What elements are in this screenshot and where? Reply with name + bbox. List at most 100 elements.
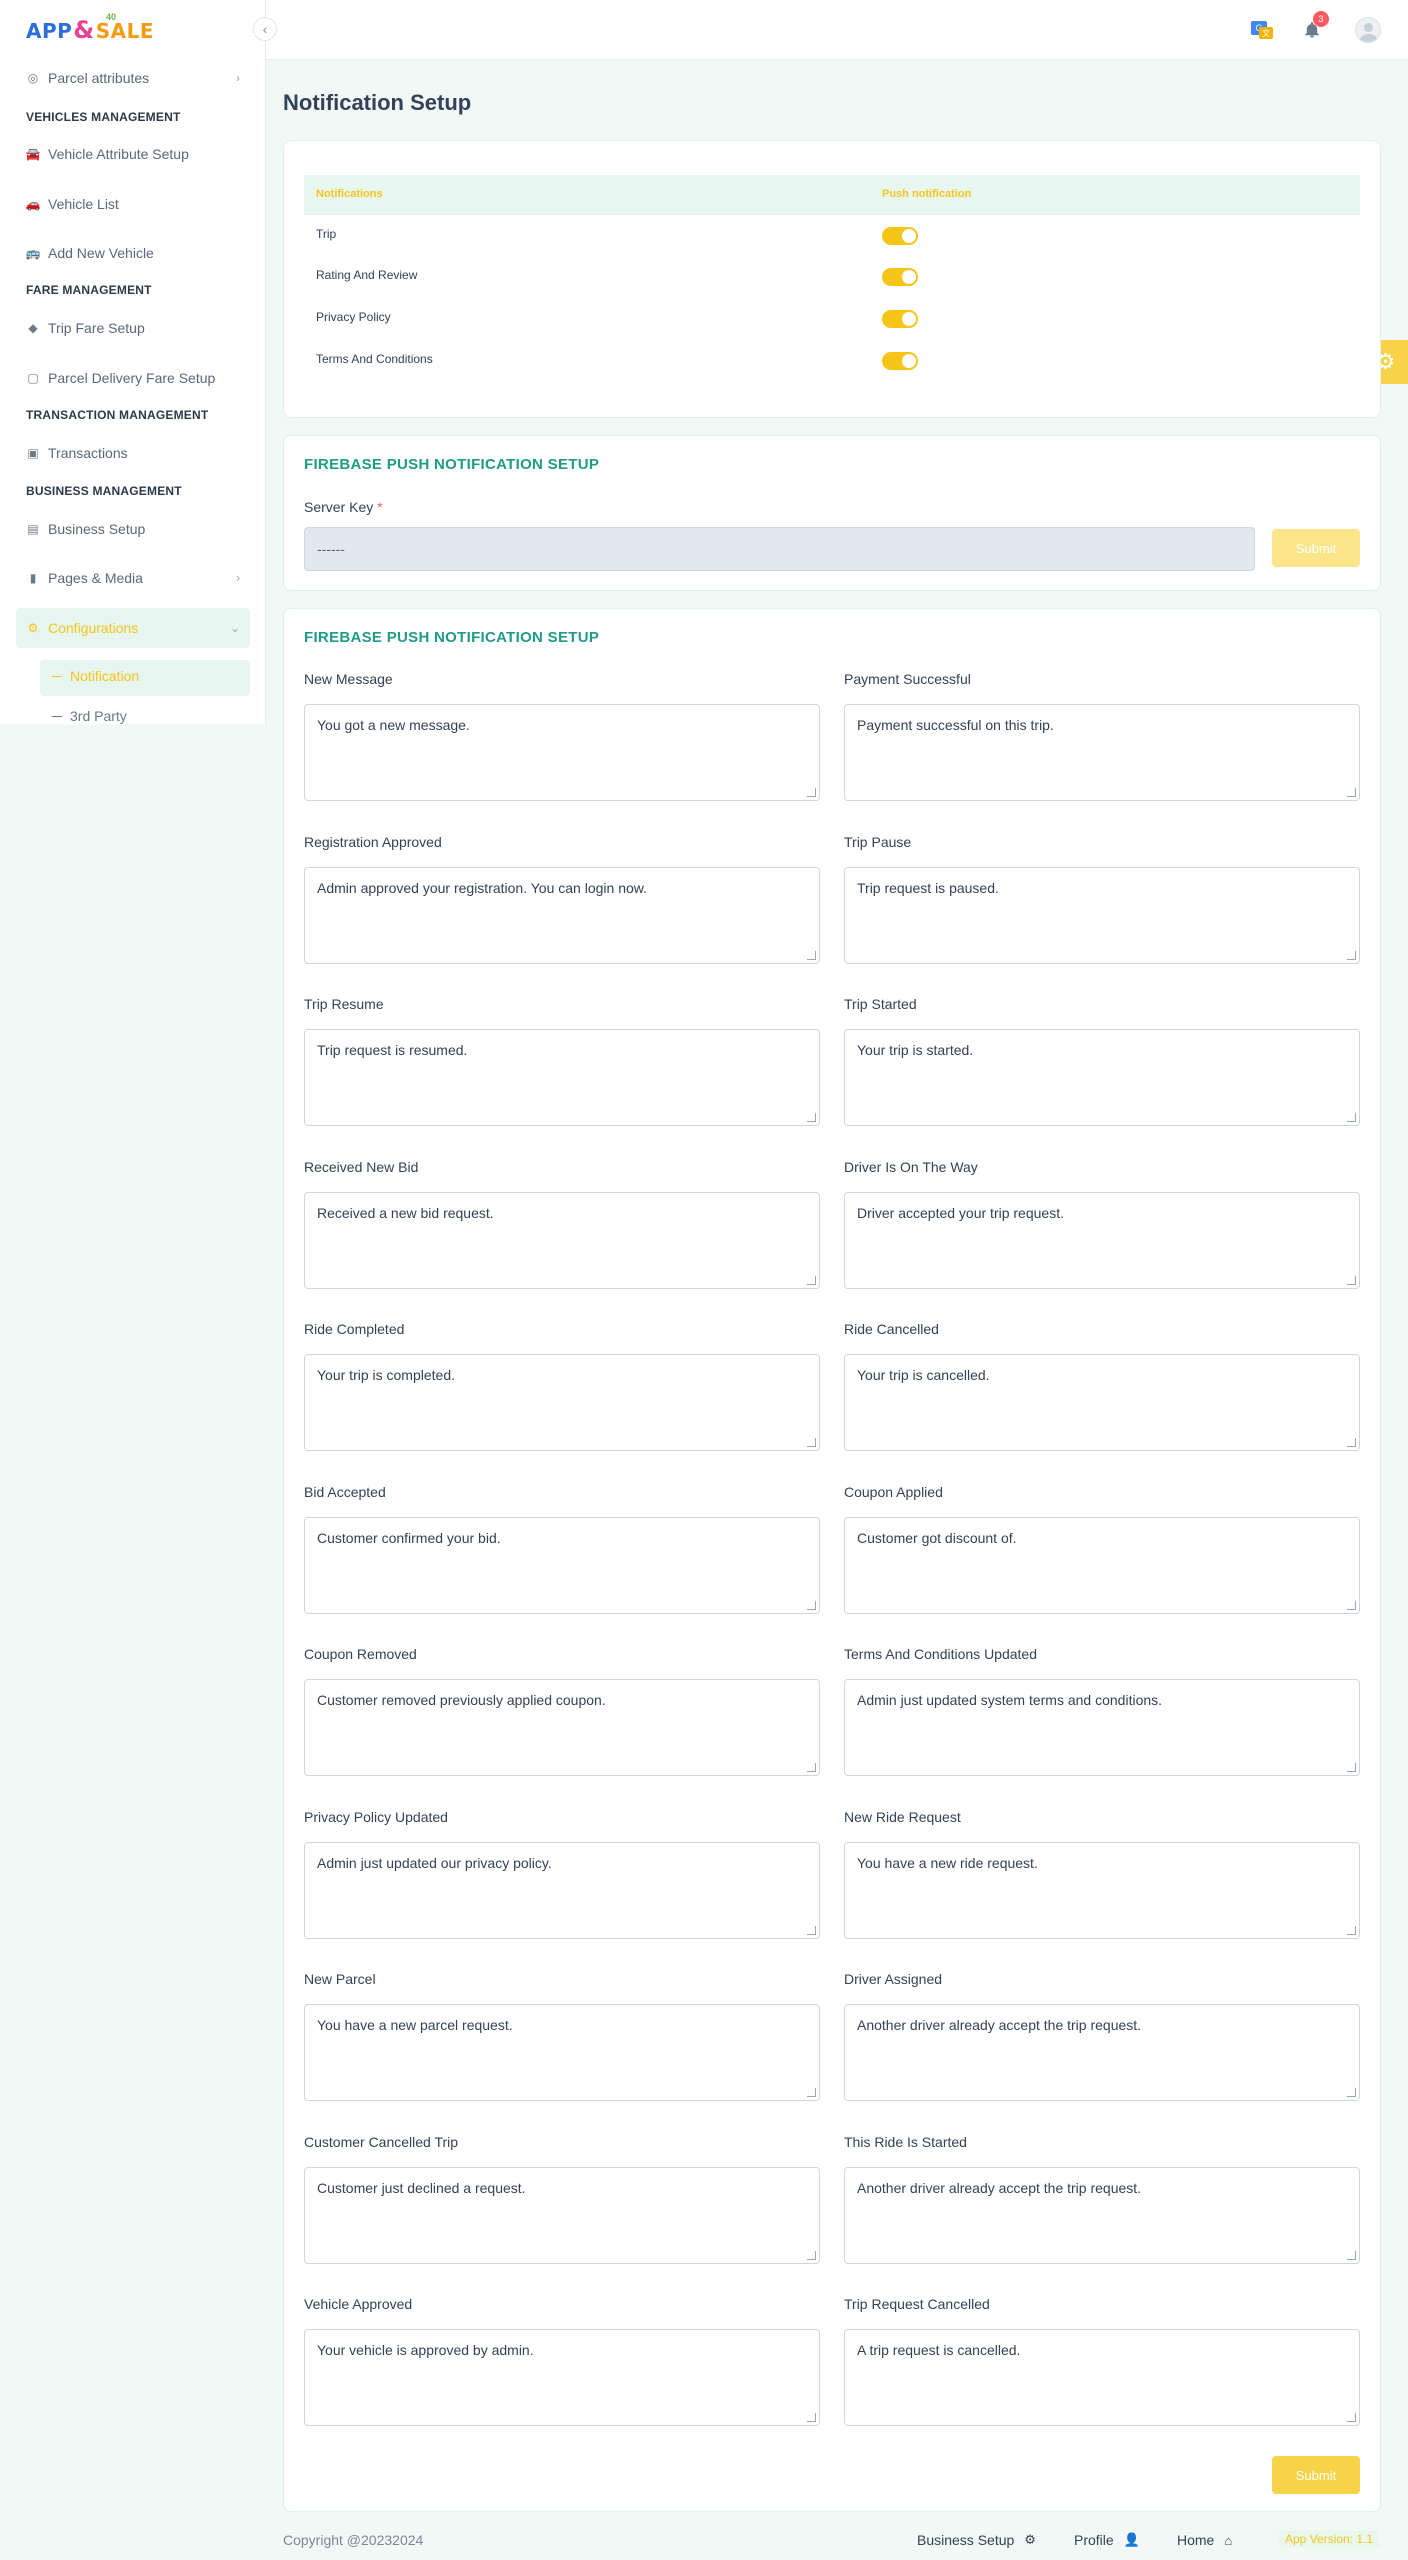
- message-textarea[interactable]: Your vehicle is approved by admin.: [304, 2329, 820, 2426]
- user-icon: 👤: [1123, 2532, 1140, 2547]
- message-field: Bid Accepted Customer confirmed your bid.: [304, 1484, 820, 1614]
- nav-heading-transaction: TRANSACTION MANAGEMENT: [26, 408, 209, 422]
- car-front-icon: 🚗: [25, 197, 41, 211]
- push-toggle-trip[interactable]: [882, 227, 918, 245]
- message-textarea[interactable]: Payment successful on this trip.: [844, 704, 1360, 801]
- message-field-label: Customer Cancelled Trip: [304, 2133, 459, 2150]
- message-textarea[interactable]: You have a new parcel request.: [304, 2004, 820, 2101]
- message-field-label: Registration Approved: [304, 833, 442, 850]
- box-icon: ▢: [27, 371, 39, 385]
- message-field: This Ride Is Started Another driver alrea…: [844, 2134, 1360, 2264]
- message-field-label: Vehicle Approved: [304, 2296, 413, 2312]
- row-label: Privacy Policy: [316, 310, 391, 324]
- footer-link-profile[interactable]: Profile 👤: [1074, 2532, 1140, 2548]
- push-toggle-terms[interactable]: [882, 352, 918, 370]
- sidebar-subitem-label: 3rd Party: [70, 708, 127, 724]
- sidebar-item-configurations[interactable]: ⚙ Configurations ⌄: [26, 616, 248, 640]
- car-icon: 🚘: [25, 147, 41, 161]
- message-textarea[interactable]: Customer just declined a request.: [304, 2166, 820, 2264]
- message-textarea[interactable]: You got a new message.: [304, 704, 820, 801]
- message-field-label: Terms And Conditions Updated: [844, 1646, 1037, 1662]
- brand-logo[interactable]: APP&SALE 40: [26, 12, 154, 46]
- bus-icon: 🚌: [25, 246, 41, 260]
- message-field-label: New Parcel: [304, 1971, 376, 1987]
- nav-heading-fare: FARE MANAGEMENT: [26, 283, 152, 297]
- message-textarea[interactable]: Admin just updated system terms and cond…: [844, 1679, 1360, 1776]
- message-field: Coupon Applied Customer got discount of.: [844, 1484, 1360, 1614]
- message-textarea[interactable]: A trip request is cancelled.: [844, 2329, 1360, 2426]
- message-textarea[interactable]: Admin approved your registration. You ca…: [304, 866, 820, 964]
- sidebar-item-vehicle-list[interactable]: 🚗 Vehicle List: [26, 192, 248, 216]
- message-textarea[interactable]: Received a new bid request.: [304, 1191, 820, 1289]
- avatar[interactable]: [1355, 17, 1381, 43]
- message-field-label: New Ride Request: [844, 1808, 961, 1825]
- message-textarea[interactable]: Customer got discount of.: [844, 1516, 1360, 1614]
- message-textarea[interactable]: You have a new ride request.: [844, 1841, 1360, 1939]
- chevron-left-icon: ‹: [262, 21, 268, 37]
- dash-icon: [52, 675, 62, 677]
- dash-icon: [52, 715, 62, 717]
- section-title: FIREBASE PUSH NOTIFICATION SETUP: [304, 456, 600, 473]
- sidebar-item-label: Vehicle List: [48, 196, 119, 212]
- message-field-label: Trip Resume: [304, 996, 384, 1012]
- message-field-label: Trip Pause: [844, 833, 912, 850]
- message-textarea[interactable]: Your trip is completed.: [304, 1354, 820, 1451]
- sidebar-item-vehicle-attribute-setup[interactable]: 🚘 Vehicle Attribute Setup: [26, 142, 248, 166]
- message-field-label: Coupon Removed: [304, 1646, 417, 1662]
- sidebar-item-label: Parcel Delivery Fare Setup: [48, 370, 216, 386]
- message-field: New Ride Request You have a new ride requ…: [844, 1809, 1360, 1939]
- sidebar-subitem-3rd-party[interactable]: 3rd Party: [52, 708, 127, 724]
- message-textarea[interactable]: Another driver already accept the trip r…: [844, 2166, 1360, 2264]
- message-field: Driver Is On The Way Driver accepted your…: [844, 1159, 1360, 1289]
- message-field: Ride Completed Your trip is completed.: [304, 1321, 820, 1451]
- sidebar-item-label: Pages & Media: [48, 570, 143, 586]
- row-label: Trip: [316, 227, 337, 241]
- sidebar-item-parcel-delivery-fare-setup[interactable]: ▢ Parcel Delivery Fare Setup: [26, 366, 248, 390]
- server-key-input[interactable]: ------: [304, 527, 1255, 571]
- table-row: Trip: [304, 215, 1360, 255]
- sidebar-item-pages-media[interactable]: ▮ Pages & Media ›: [26, 566, 248, 590]
- message-textarea[interactable]: Customer confirmed your bid.: [304, 1516, 820, 1614]
- footer-link-business-setup[interactable]: Business Setup ⚙: [917, 2532, 1036, 2548]
- footer-link-home[interactable]: Home ⌂: [1177, 2532, 1232, 2548]
- message-field: Ride Cancelled Your trip is cancelled.: [844, 1321, 1360, 1451]
- required-mark: *: [377, 499, 383, 515]
- message-field-label: New Message: [304, 671, 393, 687]
- sidebar-collapse-button[interactable]: ‹: [253, 17, 277, 41]
- messages-submit-button[interactable]: Submit: [1272, 2456, 1360, 2494]
- message-textarea[interactable]: Customer removed previously applied coup…: [304, 1679, 820, 1776]
- message-textarea[interactable]: Trip request is resumed.: [304, 1029, 820, 1126]
- push-toggle-rating[interactable]: [882, 268, 918, 286]
- circle-icon: ◎: [27, 71, 39, 85]
- server-key-submit-button[interactable]: Submit: [1272, 529, 1360, 567]
- message-textarea[interactable]: Your trip is started.: [844, 1029, 1360, 1126]
- message-field: Received New Bid Received a new bid reque…: [304, 1159, 820, 1289]
- message-textarea[interactable]: Driver accepted your trip request.: [844, 1191, 1360, 1289]
- sidebar-item-trip-fare-setup[interactable]: ◆ Trip Fare Setup: [26, 316, 248, 340]
- message-textarea[interactable]: Another driver already accept the trip r…: [844, 2004, 1360, 2101]
- message-field: Trip Started Your trip is started.: [844, 996, 1360, 1126]
- footer-link-label: Home: [1177, 2532, 1215, 2548]
- nav-heading-business: BUSINESS MANAGEMENT: [26, 484, 182, 498]
- table-row: Terms And Conditions: [304, 340, 1360, 380]
- message-field-label: Trip Started: [844, 996, 917, 1012]
- notification-settings-card: Notifications Push notification Trip Rat…: [283, 140, 1381, 418]
- translate-icon[interactable]: G文: [1249, 17, 1275, 43]
- message-field-label: Ride Completed: [304, 1321, 405, 1337]
- message-field-label: Privacy Policy Updated: [304, 1808, 448, 1825]
- message-textarea[interactable]: Trip request is paused.: [844, 866, 1360, 964]
- briefcase-icon: ▤: [27, 522, 39, 536]
- message-field-label: Coupon Applied: [844, 1483, 943, 1500]
- push-toggle-privacy[interactable]: [882, 310, 918, 328]
- message-textarea[interactable]: Admin just updated our privacy policy.: [304, 1841, 820, 1939]
- column-header-notifications: Notifications: [316, 188, 383, 200]
- column-header-push: Push notification: [882, 188, 972, 200]
- sidebar-item-add-new-vehicle[interactable]: 🚌 Add New Vehicle: [26, 241, 248, 265]
- sidebar-item-transactions[interactable]: ▣ Transactions: [26, 441, 248, 465]
- footer-link-label: Profile: [1074, 2532, 1114, 2548]
- firebase-server-key-card: FIREBASE PUSH NOTIFICATION SETUP Server …: [283, 435, 1381, 591]
- message-textarea[interactable]: Your trip is cancelled.: [844, 1354, 1360, 1451]
- sidebar-item-parcel-attributes[interactable]: ◎ Parcel attributes ›: [26, 66, 248, 90]
- sidebar-item-business-setup[interactable]: ▤ Business Setup: [26, 517, 248, 541]
- sidebar-subitem-notification[interactable]: Notification: [52, 668, 139, 684]
